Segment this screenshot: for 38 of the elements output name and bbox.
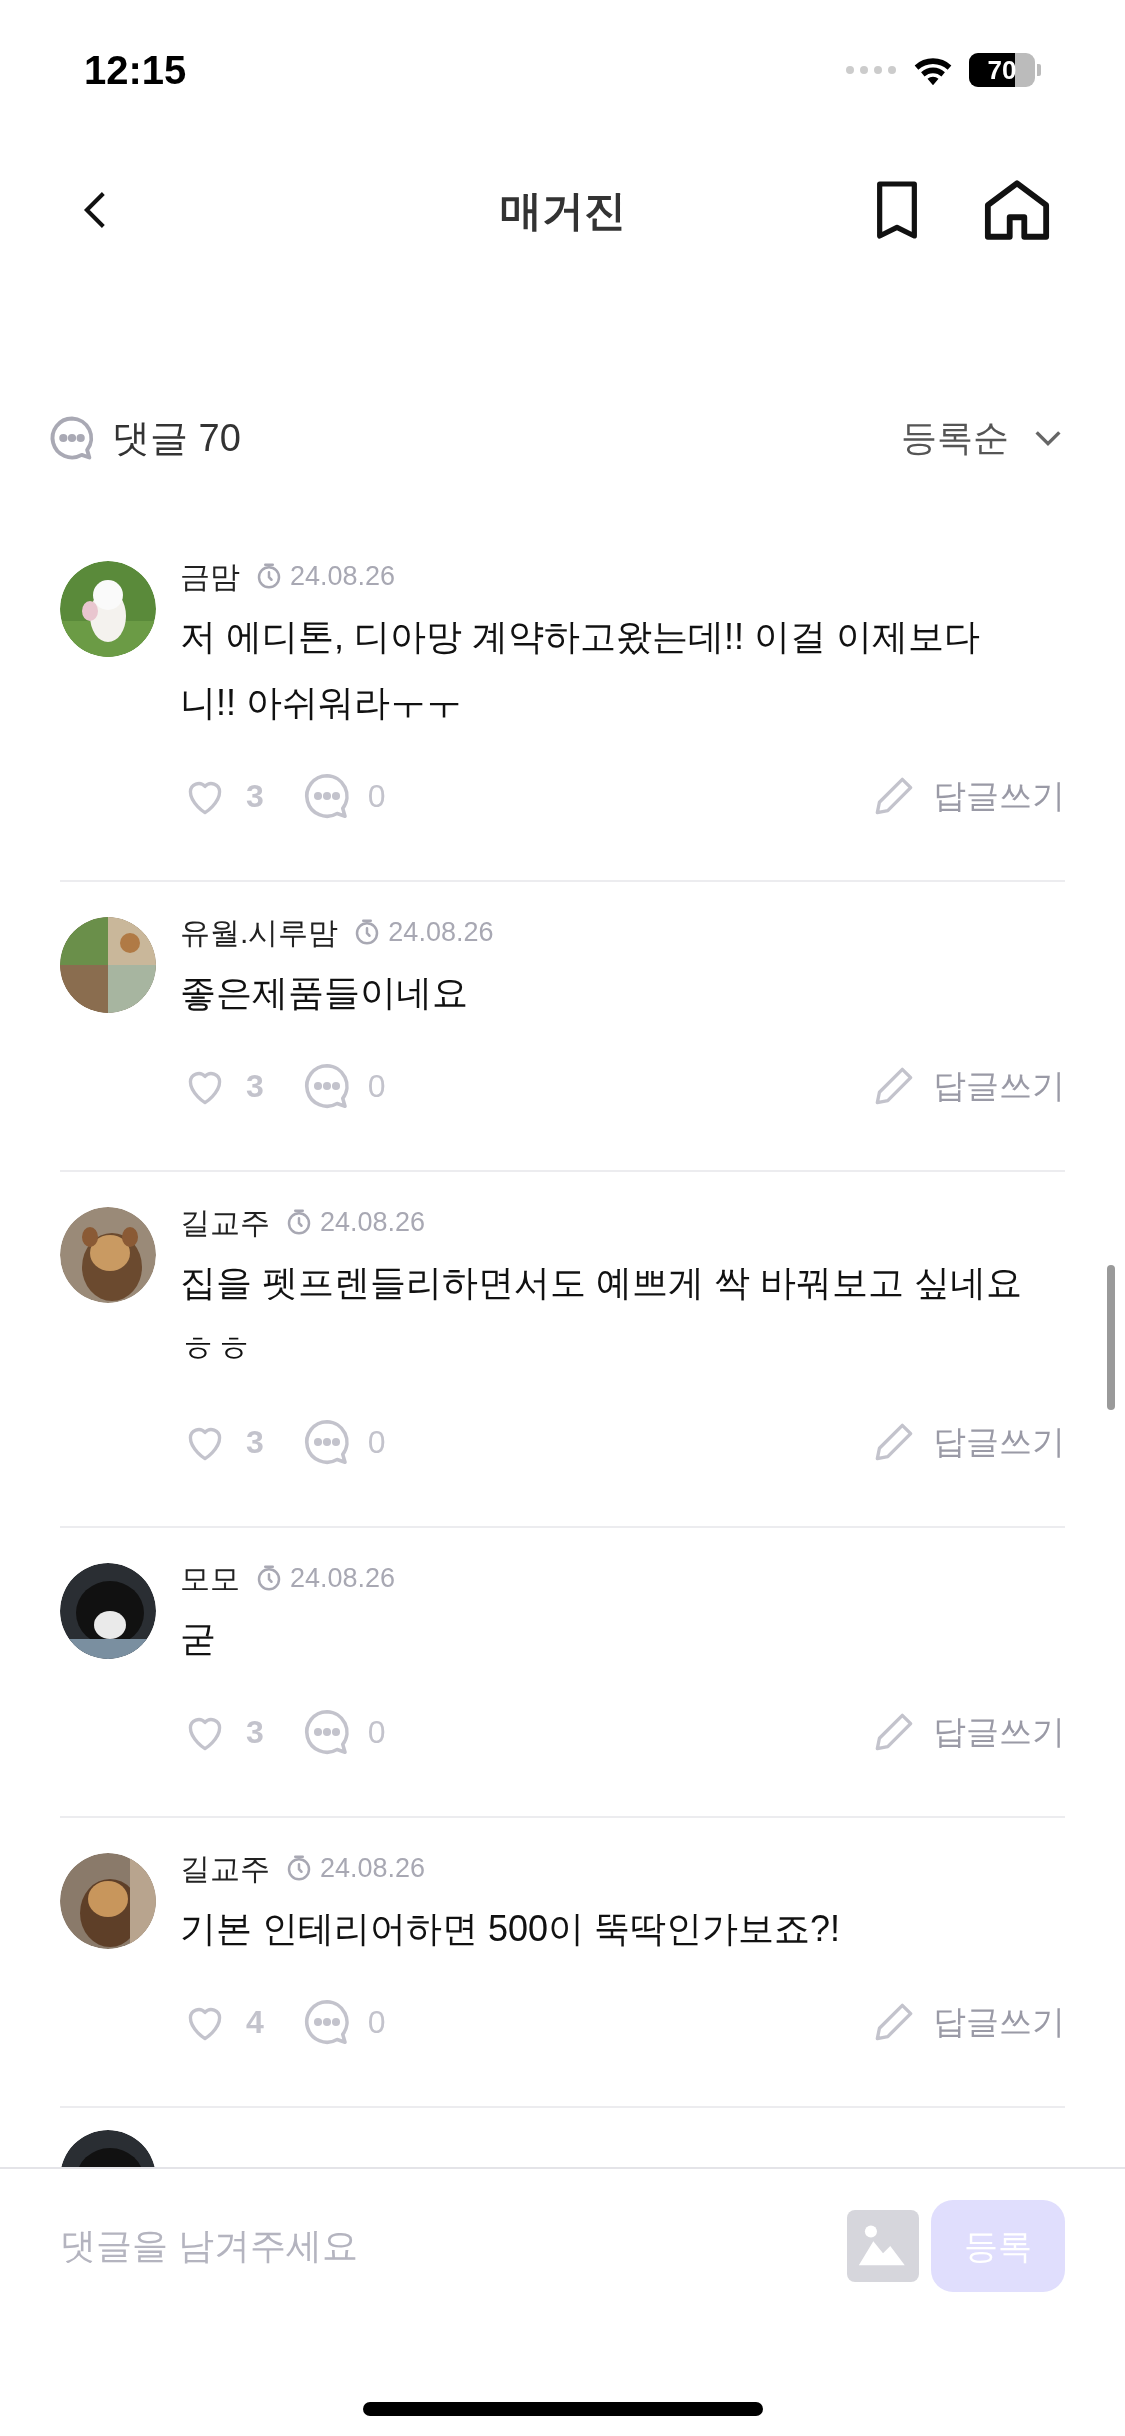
comment-date: 24.08.26 — [388, 915, 494, 949]
reply-count-button[interactable]: 0 — [299, 769, 386, 823]
comment-text: 집을 펫프렌들리하면서도 예쁘게 싹 바꿔보고 싶네요 ㅎㅎ — [180, 1261, 1023, 1371]
write-reply-button[interactable]: 답글쓰기 — [869, 1707, 1065, 1757]
comment-count: 댓글 70 — [112, 415, 241, 461]
comment-date: 24.08.26 — [320, 1205, 426, 1239]
comment-date: 24.08.26 — [320, 1851, 426, 1885]
write-reply-button[interactable]: 답글쓰기 — [869, 1061, 1065, 1111]
reply-count-button[interactable]: 0 — [299, 1995, 386, 2049]
comment-text: 저 에디톤, 디아망 계약하고왔는데!! 이걸 이제보다니!! 아쉬워라ㅜㅜ — [180, 615, 981, 725]
home-button[interactable] — [983, 178, 1051, 242]
comment-text: 굳 — [180, 1617, 217, 1661]
status-time: 12:15 — [84, 47, 187, 94]
comment-date: 24.08.26 — [290, 1561, 396, 1595]
write-reply-button[interactable]: 답글쓰기 — [869, 771, 1065, 821]
write-reply-button[interactable]: 답글쓰기 — [869, 1417, 1065, 1467]
like-button[interactable]: 3 — [180, 1061, 264, 1111]
like-button[interactable]: 3 — [180, 771, 264, 821]
like-button[interactable]: 3 — [180, 1417, 264, 1467]
reply-count-button[interactable]: 0 — [299, 1059, 386, 1113]
commenter-name: 길교주 — [180, 1850, 270, 1887]
commenter-name: 길교주 — [180, 1204, 270, 1241]
write-reply-button[interactable]: 답글쓰기 — [869, 1997, 1065, 2047]
commenter-name: 모모 — [180, 1560, 240, 1597]
signal-icon — [845, 65, 897, 75]
sort-dropdown[interactable]: 등록순 — [901, 411, 1065, 465]
like-button[interactable]: 3 — [180, 1707, 264, 1757]
page-title: 매거진 — [499, 185, 626, 236]
comment-text: 좋은제품들이네요 — [180, 971, 469, 1015]
comment-text: 기본 인테리어하면 500이 뚝딱인가보죠?! — [180, 1907, 842, 1951]
comment-date: 24.08.26 — [290, 559, 396, 593]
comment-input[interactable]: 댓글을 남겨주세요 — [60, 2219, 835, 2273]
reply-count-button[interactable]: 0 — [299, 1705, 386, 1759]
commenter-name: 금맘 — [180, 558, 240, 595]
commenter-name: 유월.시루맘 — [180, 914, 339, 951]
reply-count-button[interactable]: 0 — [299, 1415, 386, 1469]
home-icon — [983, 178, 1051, 242]
like-button[interactable]: 4 — [180, 1997, 264, 2047]
